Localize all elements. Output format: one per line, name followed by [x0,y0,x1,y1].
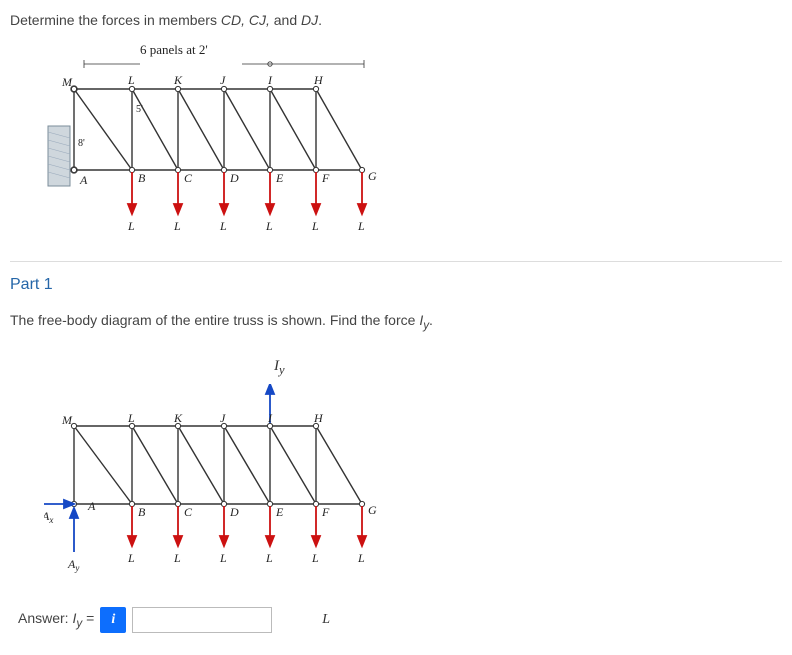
truss-diagram-2: M L K J I H A B C D E F G Ax Ay L L L L [44,384,404,584]
svg-text:I: I [267,73,273,87]
svg-text:B: B [138,171,146,185]
svg-text:K: K [173,411,183,425]
svg-text:C: C [184,171,193,185]
svg-text:L: L [127,73,135,87]
truss-diagram-1: M L K J I H A B C D E F G 8' 5' L L L L … [44,60,404,240]
svg-text:D: D [229,505,239,519]
svg-text:E: E [275,505,284,519]
svg-text:8': 8' [78,138,85,149]
answer-input[interactable] [132,607,272,633]
svg-text:J: J [220,411,226,425]
svg-text:L: L [127,219,135,233]
iy-arrow-label: Iy [274,358,782,378]
svg-text:L: L [127,411,135,425]
question-text: Determine the forces in members CD, CJ, … [10,12,782,28]
svg-text:L: L [357,551,365,565]
svg-text:M: M [61,75,73,89]
figure-1: 6 panels at 2' [44,42,782,243]
svg-text:J: J [220,73,226,87]
svg-text:L: L [265,219,273,233]
divider [10,261,782,262]
svg-text:L: L [311,551,319,565]
svg-text:F: F [321,171,330,185]
part-1-title: Part 1 [10,276,782,294]
svg-text:L: L [219,219,227,233]
svg-text:C: C [184,505,193,519]
svg-text:L: L [357,219,365,233]
svg-text:K: K [173,73,183,87]
svg-text:H: H [313,73,324,87]
svg-text:L: L [311,219,319,233]
panels-label: 6 panels at 2' [140,42,782,58]
svg-text:Ay: Ay [67,557,79,573]
answer-row: Answer: Iy = i L [18,607,782,633]
svg-text:F: F [321,505,330,519]
svg-text:E: E [275,171,284,185]
answer-unit: L [322,612,330,628]
svg-text:Ax: Ax [44,509,53,525]
svg-text:D: D [229,171,239,185]
svg-text:L: L [265,551,273,565]
svg-text:M: M [61,413,73,427]
answer-label: Answer: Iy = [18,610,94,630]
info-icon: i [111,612,115,628]
svg-text:I: I [267,411,273,425]
svg-text:A: A [79,173,88,187]
svg-text:G: G [368,503,377,517]
part-1-text: The free-body diagram of the entire trus… [10,312,782,332]
svg-text:L: L [127,551,135,565]
info-button[interactable]: i [100,607,126,633]
svg-text:B: B [138,505,146,519]
svg-text:A: A [87,499,96,513]
svg-text:L: L [173,219,181,233]
figure-2: Iy M L K J I H A [44,358,782,587]
svg-text:5': 5' [136,104,143,115]
svg-text:H: H [313,411,324,425]
svg-text:G: G [368,169,377,183]
svg-text:L: L [219,551,227,565]
svg-text:L: L [173,551,181,565]
